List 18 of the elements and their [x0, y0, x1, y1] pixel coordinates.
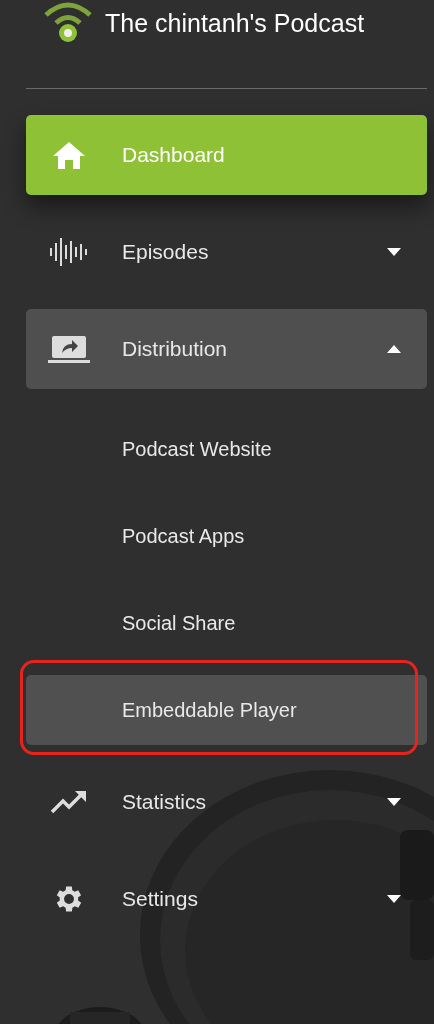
- caret-down-icon: [387, 798, 401, 806]
- submenu-item[interactable]: Podcast Apps: [26, 501, 427, 571]
- trend-up-icon: [50, 789, 88, 815]
- home-icon: [51, 140, 87, 170]
- caret-down-icon: [387, 248, 401, 256]
- submenu-item[interactable]: Embeddable Player: [26, 675, 427, 745]
- laptop-share-icon: [48, 334, 90, 364]
- waveform-icon: [49, 237, 89, 267]
- caret-down-icon: [387, 895, 401, 903]
- caret-up-icon: [387, 345, 401, 353]
- nav-item[interactable]: Settings: [26, 859, 427, 939]
- nav-item[interactable]: Statistics: [26, 762, 427, 842]
- nav-item[interactable]: Distribution: [26, 309, 427, 389]
- podcast-logo-icon: [43, 1, 93, 45]
- submenu-item[interactable]: Podcast Website: [26, 414, 427, 484]
- submenu-item[interactable]: Social Share: [26, 588, 427, 658]
- podcast-title: The chintanh's Podcast: [105, 8, 365, 38]
- nav-item[interactable]: Episodes: [26, 212, 427, 292]
